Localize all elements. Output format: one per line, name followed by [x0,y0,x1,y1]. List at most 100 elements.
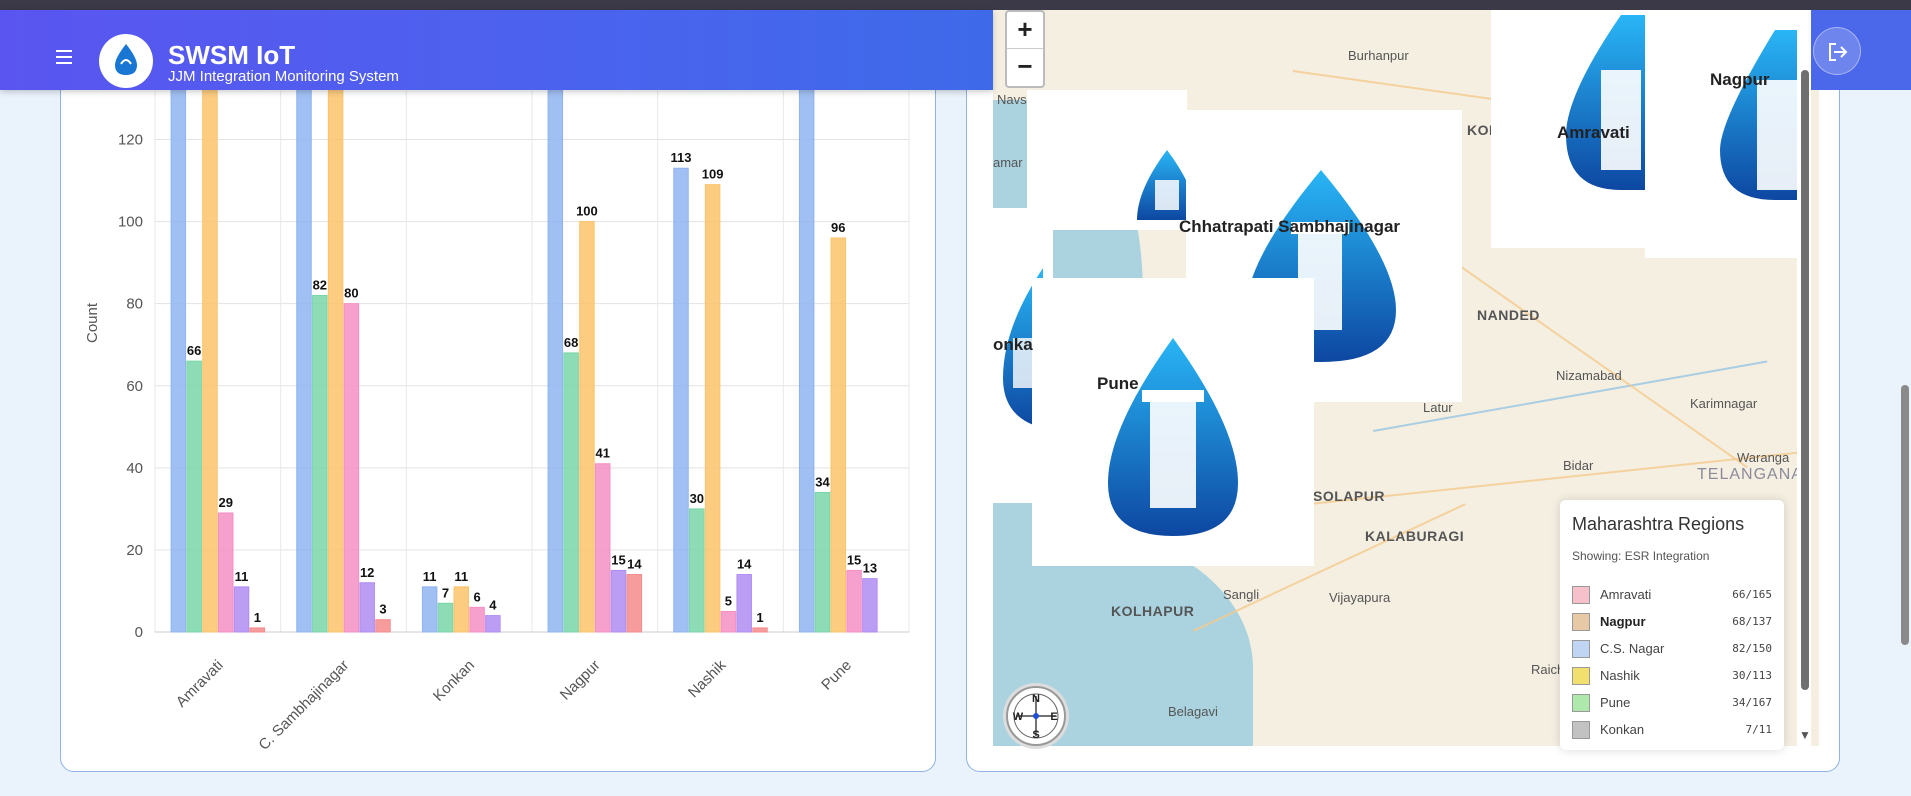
chart-bar [594,463,611,633]
city-kolhapur: KOLHAPUR [1111,603,1195,619]
compass-icon: N S E W [1013,693,1059,741]
region-tile-nagpur[interactable] [1645,10,1797,258]
bar-data-label: 100 [576,204,598,219]
app-subtitle: JJM Integration Monitoring System [168,68,399,85]
city-latur: Latur [1423,400,1453,415]
chart-bar [343,303,360,633]
legend-row[interactable]: Nashik 30/113 [1572,662,1772,689]
chart-bar [814,491,831,633]
app-title: SWSM IoT [168,40,296,70]
bar-data-label: 11 [423,569,437,584]
chart-bar [846,569,862,633]
menu-icon[interactable] [56,50,72,64]
y-tick-label: 80 [126,296,143,313]
legend-region-name: Amravati [1600,587,1652,602]
x-tick-label: Konkan [430,657,478,705]
city-solapur: SOLAPUR [1313,488,1385,504]
city-nizamabad: Nizamabad [1556,368,1622,383]
legend-region-count: 82/150 [1732,642,1772,655]
y-tick-label: 120 [118,132,143,149]
legend-region-name: Pune [1600,695,1631,710]
legend-swatch [1572,585,1590,604]
bar-data-label: 15 [611,552,625,567]
road-line [1451,260,1748,469]
map-scrollbar[interactable] [1797,10,1811,746]
bar-data-label: 1 [756,610,763,625]
water-tower-marker-icon [1720,30,1797,200]
compass-w: W [1013,711,1024,723]
city-warangal: Waranga [1737,450,1790,465]
chart-bar [830,237,847,633]
legend-region-count: 30/113 [1732,669,1772,682]
region-label-nagpur: Nagpur [1710,70,1770,89]
chart-bar [359,582,375,633]
legend-row[interactable]: C.S. Nagar 82/150 [1572,635,1772,662]
region-label-amravati: Amravati [1557,123,1630,142]
y-tick-label: 20 [126,542,143,559]
zoom-in-button[interactable]: + [1007,12,1043,48]
legend-row[interactable]: Nagpur 68/137 [1572,608,1772,635]
bar-data-label: 29 [218,495,232,510]
legend-row[interactable]: Konkan 7/11 [1572,716,1772,743]
state-telangana: TELANGANA [1697,466,1803,483]
page-scroll-thumb[interactable] [1901,385,1909,645]
bar-data-label: 30 [690,491,704,506]
bar-data-label: 15 [847,552,861,567]
scroll-down-arrow-icon[interactable]: ▼ [1799,728,1811,742]
chart-bar [296,77,312,633]
chart-bar [720,610,737,633]
legend-swatch [1572,612,1590,631]
legend-region-count: 66/165 [1732,588,1772,601]
chart-bar [170,77,187,633]
chart-bar [217,512,234,633]
legend-swatch [1572,666,1590,685]
x-tick-label: Pune [818,657,855,694]
bar-data-label: 5 [725,593,732,608]
chart-bar [752,627,768,633]
chart-bar [233,586,250,633]
chart-bar [862,578,878,633]
bar-data-label: 66 [187,343,201,358]
chart-bar [673,167,689,633]
region-tile-pune[interactable] [1032,278,1314,566]
chart-bar [485,615,501,633]
compass-e: E [1050,711,1057,723]
bar-data-label: 4 [489,598,497,613]
chart-bar [186,360,202,633]
map-legend: Maharashtra Regions Showing: ESR Integra… [1560,500,1784,750]
bar-data-label: 14 [627,557,642,572]
app-header: SWSM IoT JJM Integration Monitoring Syst… [0,10,993,90]
logout-button[interactable] [1813,27,1861,75]
legend-region-name: C.S. Nagar [1600,641,1665,656]
legend-row[interactable]: Amravati 66/165 [1572,581,1772,608]
chart-bar [579,221,595,633]
map-zoom-control: + − [1005,10,1045,88]
city-daman: amar [993,155,1023,170]
chart-bar [626,574,643,633]
chart-bar [202,77,218,633]
x-tick-label: Amravati [173,657,227,711]
app-logo [99,34,153,88]
legend-region-count: 34/167 [1732,696,1772,709]
legend-region-count: 7/11 [1745,723,1773,736]
bar-data-label: 109 [702,167,724,182]
y-tick-label: 0 [135,624,143,641]
legend-swatch [1572,639,1590,658]
legend-swatch [1572,693,1590,712]
chart-bar [547,77,564,633]
y-tick-label: 40 [126,460,143,477]
city-nanded: NANDED [1477,307,1540,323]
chart-card: 0 20 40 60 80 100 120 Amravati C. Sambhajinagar K… [60,60,936,772]
city-burhanpur: Burhanpur [1348,48,1409,63]
city-sangli: Sangli [1223,587,1260,602]
bar-data-label: 82 [313,277,327,292]
bar-data-label: 11 [235,569,249,584]
bar-data-label: 113 [671,150,692,165]
zoom-out-button[interactable]: − [1007,48,1043,84]
chart-bar [421,586,438,633]
integration-bar-chart: 0 20 40 60 80 100 120 Amravati C. Sambhajinagar K… [84,77,910,754]
map-scroll-thumb[interactable] [1801,70,1809,690]
legend-row[interactable]: Pune 34/167 [1572,689,1772,716]
bar-data-label: 41 [595,446,609,461]
region-label-pune: Pune [1097,374,1139,393]
